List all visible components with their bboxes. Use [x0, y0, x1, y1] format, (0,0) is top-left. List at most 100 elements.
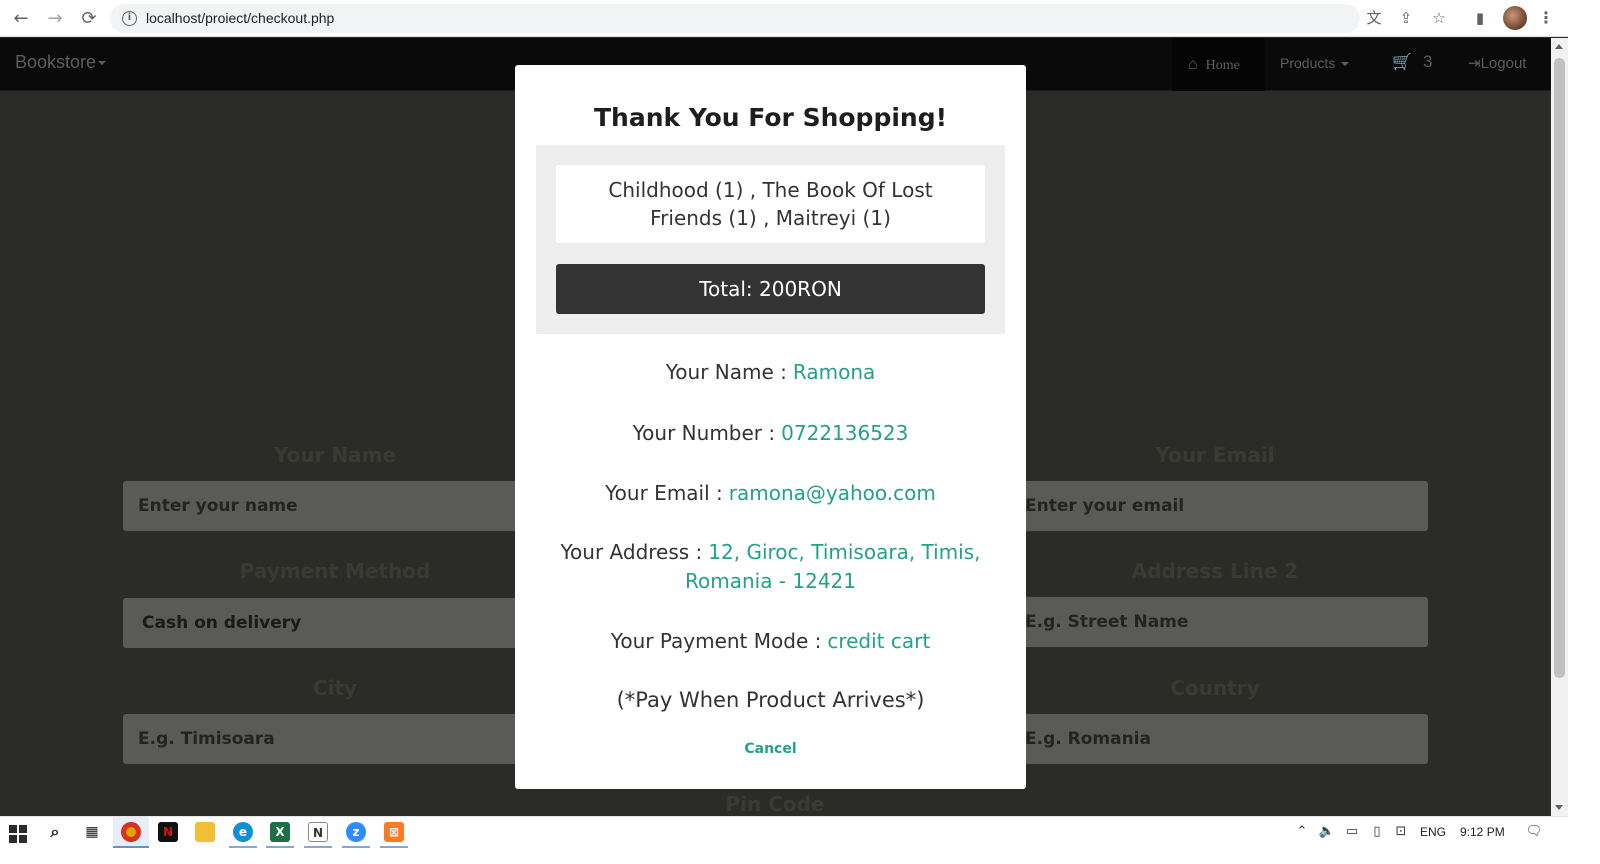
running-indicator [304, 846, 332, 848]
city-label: City [312, 676, 358, 700]
number-key: Your Number : [632, 421, 776, 445]
notion-icon: N [308, 822, 328, 842]
email-label: Your Email [1155, 443, 1275, 467]
taskbar-excel[interactable]: X [262, 817, 298, 848]
folder-icon [195, 822, 215, 842]
chrome-icon [121, 822, 141, 842]
language-indicator[interactable]: ENG [1420, 825, 1446, 839]
meet-now-icon[interactable]: ▯ [1368, 823, 1386, 841]
running-indicator [342, 846, 370, 848]
name-row: Your Name : Ramona [555, 358, 986, 387]
back-arrow-icon[interactable]: ← [8, 6, 34, 32]
nav-products-label: Products [1280, 55, 1336, 71]
name-key: Your Name : [665, 360, 787, 384]
translate-icon[interactable]: 文 [1364, 8, 1384, 28]
browser-menu-icon[interactable]: ⋮ [1538, 6, 1554, 30]
zoom-icon: z [346, 822, 366, 842]
search-icon: ⌕ [50, 822, 60, 841]
cart-icon[interactable]: 🛒 [1392, 52, 1412, 71]
network-icon[interactable]: ⊡ [1392, 823, 1410, 841]
taskbar-file-explorer[interactable] [187, 817, 223, 848]
number-value: 0722136523 [781, 421, 909, 445]
payment-method-select[interactable]: Cash on delivery [123, 598, 523, 648]
page-scrollbar[interactable] [1551, 38, 1568, 816]
notifications-icon[interactable]: 🗨 [1525, 823, 1543, 841]
nav-home-label: Home [1205, 58, 1240, 73]
cancel-link[interactable]: Cancel [515, 741, 1026, 757]
taskbar-edge[interactable]: e [225, 817, 261, 848]
start-button[interactable] [0, 817, 36, 848]
name-label: Your Name [273, 443, 397, 467]
taskbar-notion[interactable]: N [300, 817, 336, 848]
excel-icon: X [270, 822, 290, 842]
logout-icon: ⇥ [1468, 55, 1481, 72]
order-confirmation-modal: Thank You For Shopping! Childhood (1) , … [515, 65, 1026, 789]
nav-logout-label: Logout [1480, 55, 1527, 72]
reload-icon[interactable]: ⟳ [76, 6, 102, 32]
ordered-products: Childhood (1) , The Book Of Lost Friends… [556, 165, 985, 243]
address-key: Your Address : [560, 540, 703, 564]
scroll-down-arrow-icon[interactable] [1555, 805, 1563, 810]
home-icon: ⌂ [1188, 56, 1198, 73]
city-input[interactable]: E.g. Timisoara [123, 714, 523, 764]
pin-code-label: Pin Code [725, 792, 825, 816]
window-edge [1568, 0, 1600, 864]
nav-logout[interactable]: ⇥Logout [1468, 54, 1526, 72]
task-view-button[interactable]: ▦ [74, 817, 110, 848]
bookmark-star-icon[interactable]: ☆ [1429, 8, 1449, 28]
running-indicator [266, 846, 294, 848]
name-input[interactable]: Enter your name [123, 481, 523, 531]
nav-products-dropdown[interactable]: Products [1280, 55, 1350, 71]
task-view-icon: ▦ [85, 824, 99, 840]
taskbar-chrome[interactable] [113, 817, 149, 848]
payment-key: Your Payment Mode : [610, 629, 822, 653]
battery-icon[interactable]: ▭ [1343, 823, 1361, 841]
site-info-icon[interactable]: i [122, 11, 137, 26]
taskbar-netflix[interactable]: N [150, 817, 186, 848]
forward-arrow-icon[interactable]: → [42, 6, 68, 32]
address-line-2-label: Address Line 2 [1131, 559, 1299, 583]
payment-method-label: Payment Method [239, 559, 431, 583]
order-total: Total: 200RON [556, 264, 985, 314]
scroll-thumb[interactable] [1554, 58, 1565, 678]
address-line-2-input[interactable]: E.g. Street Name [1010, 597, 1428, 647]
share-icon[interactable]: ⇪ [1396, 8, 1416, 28]
email-row: Your Email : ramona@yahoo.com [555, 479, 986, 508]
running-indicator [380, 846, 408, 848]
brand-label: Bookstore [15, 52, 97, 72]
nav-home[interactable]: ⌂ Home [1172, 38, 1265, 91]
modal-title: Thank You For Shopping! [593, 103, 948, 132]
scroll-up-arrow-icon[interactable] [1555, 44, 1563, 49]
windows-taskbar: ⌕ ▦ N e X N z ⊠ ⌃ 🔈 ▭ ▯ ⊡ ENG 9:12 PM 🗨 [0, 816, 1568, 864]
address-bar[interactable]: i localhost/proiect/checkout.php [110, 4, 1360, 33]
email-value: ramona@yahoo.com [728, 481, 936, 505]
volume-icon[interactable]: 🔈 [1318, 823, 1336, 841]
profile-avatar[interactable] [1503, 6, 1527, 30]
email-input[interactable]: Enter your email [1010, 481, 1428, 531]
order-summary: Childhood (1) , The Book Of Lost Friends… [536, 145, 1005, 334]
pay-note: (*Pay When Product Arrives*) [616, 688, 925, 712]
name-value: Ramona [792, 360, 876, 384]
show-hidden-icons-icon[interactable]: ⌃ [1293, 823, 1311, 841]
taskbar-xampp[interactable]: ⊠ [376, 817, 412, 848]
brand-dropdown[interactable]: Bookstore [15, 52, 107, 73]
browser-toolbar: ← → ⟳ i localhost/proiect/checkout.php 文… [0, 0, 1600, 37]
address-row: Your Address :12, Giroc, Timisoara, Timi… [555, 538, 986, 596]
cart-count[interactable]: 3 [1423, 52, 1432, 72]
email-key: Your Email : [605, 481, 723, 505]
country-label: Country [1170, 676, 1260, 700]
payment-value: credit cart [827, 629, 931, 653]
search-button[interactable]: ⌕ [37, 817, 73, 848]
windows-logo-icon [9, 825, 27, 843]
address-value: 12, Giroc, Timisoara, Timis, Romania - 1… [684, 540, 981, 593]
url-text[interactable]: localhost/proiect/checkout.php [146, 10, 334, 26]
running-indicator [229, 846, 257, 848]
caret-down-icon [1341, 62, 1350, 67]
xampp-icon: ⊠ [384, 822, 404, 842]
taskbar-zoom[interactable]: z [338, 817, 374, 848]
clock[interactable]: 9:12 PM [1460, 825, 1505, 839]
country-input[interactable]: E.g. Romania [1010, 714, 1428, 764]
side-panel-icon[interactable]: ▮ [1470, 8, 1490, 28]
caret-down-icon [98, 61, 107, 66]
payment-row: Your Payment Mode : credit cart [555, 627, 986, 656]
